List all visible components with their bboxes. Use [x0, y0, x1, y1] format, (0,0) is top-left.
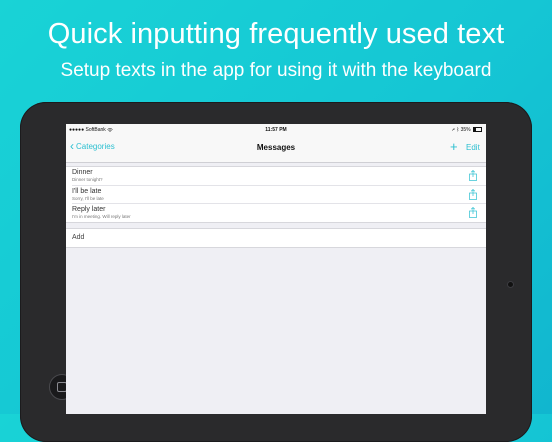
clock: 11:57 PM: [265, 127, 287, 133]
share-icon[interactable]: [468, 188, 478, 200]
list-item[interactable]: Dinner Dinner tonight?: [72, 167, 486, 186]
list-item[interactable]: Reply later I'm in meeting. Will reply l…: [72, 204, 486, 222]
status-bar: ●●●●● SoftBank 11:57 PM ➚ ᛒ 35%: [66, 124, 486, 135]
add-message-row[interactable]: Add: [66, 228, 486, 248]
page-title: Messages: [256, 143, 296, 152]
camera-icon: [507, 281, 514, 288]
message-title: Dinner: [72, 169, 93, 176]
message-list: Dinner Dinner tonight? I'll be late Sorr…: [66, 166, 486, 223]
app-screen: ●●●●● SoftBank 11:57 PM ➚ ᛒ 35% ‹ Catego…: [66, 124, 486, 414]
message-title: Reply later: [72, 206, 106, 213]
battery-indicator: ➚ ᛒ 35%: [452, 127, 482, 133]
edit-button[interactable]: Edit: [466, 143, 480, 152]
bluetooth-icon: ᛒ: [456, 127, 460, 133]
list-item[interactable]: I'll be late Sorry, I'll be late: [72, 186, 486, 204]
promo-headline: Quick inputting frequently used text: [47, 18, 505, 50]
add-label: Add: [72, 234, 85, 241]
promo-subline: Setup texts in the app for using it with…: [60, 60, 492, 81]
location-icon: ➚: [451, 127, 455, 133]
battery-icon: [473, 127, 482, 133]
message-title: I'll be late: [72, 187, 102, 195]
message-subtitle: I'm in meeting. Will reply later: [72, 214, 131, 219]
message-subtitle: Dinner tonight?: [72, 177, 103, 182]
add-button[interactable]: +: [450, 139, 458, 154]
share-icon[interactable]: [468, 207, 478, 218]
share-icon[interactable]: [468, 170, 478, 181]
message-subtitle: Sorry, I'll be late: [72, 195, 104, 201]
navigation-bar: ‹ Categories Messages + Edit: [66, 135, 486, 163]
